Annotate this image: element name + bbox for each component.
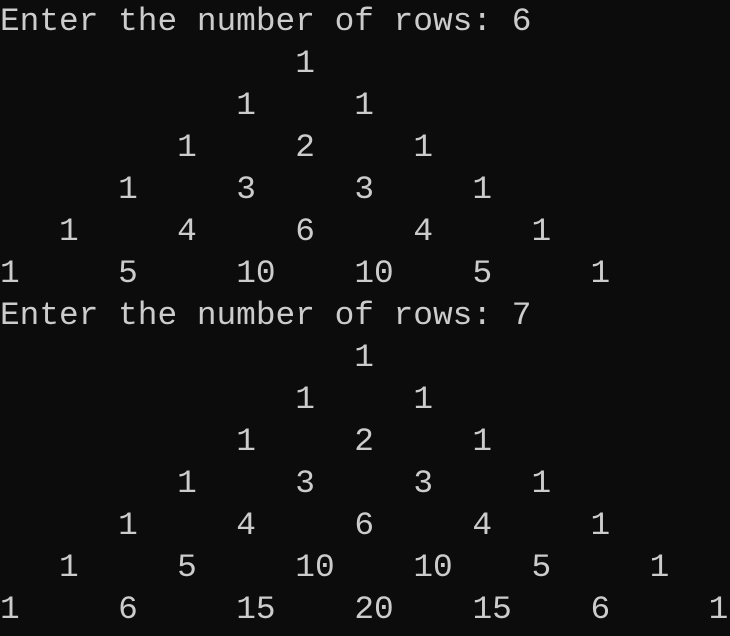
triangle-value: 2 [354, 423, 374, 460]
triangle-value: 1 [413, 129, 434, 166]
triangle-value: 1 [295, 45, 315, 82]
triangle-value: 6 [354, 507, 374, 544]
triangle-value: 1 [236, 87, 256, 124]
triangle-value: 15 [472, 591, 512, 628]
triangle-value: 1 [59, 213, 79, 250]
prompt-text: Enter the number of rows: [0, 3, 512, 40]
triangle-row: 1 4 6 4 1 [0, 505, 610, 547]
triangle-value: 4 [472, 507, 493, 544]
prompt-line: Enter the number of rows: 7 [0, 295, 531, 337]
triangle-value: 4 [236, 507, 256, 544]
triangle-value: 1 [295, 381, 315, 418]
triangle-value: 5 [177, 549, 197, 586]
triangle-value: 1 [708, 591, 729, 628]
triangle-row: 1 [0, 43, 315, 85]
triangle-value: 1 [531, 465, 552, 502]
prompt-text: Enter the number of rows: [0, 297, 512, 334]
triangle-value: 1 [472, 423, 493, 460]
triangle-value: 5 [531, 549, 552, 586]
triangle-row: 1 [0, 337, 374, 379]
triangle-row: 1 5 10 10 5 1 [0, 547, 669, 589]
triangle-value: 15 [236, 591, 276, 628]
triangle-value: 1 [177, 465, 197, 502]
triangle-value: 4 [413, 213, 434, 250]
triangle-row: 1 5 10 10 5 1 [0, 253, 610, 295]
triangle-row: 1 2 1 [0, 421, 492, 463]
triangle-value: 10 [236, 255, 276, 292]
triangle-value: 3 [295, 465, 315, 502]
triangle-value: 20 [354, 591, 394, 628]
triangle-value: 1 [0, 591, 20, 628]
triangle-value: 10 [413, 549, 453, 586]
triangle-value: 1 [531, 213, 552, 250]
triangle-value: 3 [236, 171, 256, 208]
triangle-value: 1 [472, 171, 493, 208]
prompt-line: Enter the number of rows: 6 [0, 1, 531, 43]
triangle-row: 1 6 15 20 15 6 1 [0, 589, 728, 631]
triangle-value: 3 [354, 171, 374, 208]
triangle-value: 1 [354, 339, 374, 376]
triangle-value: 1 [413, 381, 434, 418]
triangle-value: 3 [413, 465, 434, 502]
triangle-value: 1 [590, 255, 611, 292]
user-input: 7 [511, 297, 532, 334]
triangle-value: 10 [354, 255, 394, 292]
triangle-value: 10 [295, 549, 335, 586]
triangle-value: 6 [295, 213, 315, 250]
triangle-value: 1 [354, 87, 374, 124]
triangle-value: 1 [118, 171, 138, 208]
triangle-row: 1 1 [0, 379, 433, 421]
triangle-value: 1 [649, 549, 670, 586]
triangle-value: 2 [295, 129, 315, 166]
triangle-value: 1 [590, 507, 611, 544]
triangle-value: 1 [177, 129, 197, 166]
triangle-row: 1 2 1 [0, 127, 433, 169]
console-window[interactable]: Enter the number of rows: 6 1 1 1 1 2 1 … [0, 0, 730, 636]
triangle-value: 1 [236, 423, 256, 460]
triangle-value: 1 [118, 507, 138, 544]
triangle-value: 1 [59, 549, 79, 586]
triangle-row: 1 3 3 1 [0, 463, 551, 505]
triangle-row: 1 1 [0, 85, 374, 127]
triangle-value: 6 [590, 591, 611, 628]
triangle-value: 5 [472, 255, 493, 292]
triangle-value: 5 [118, 255, 138, 292]
triangle-row: 1 4 6 4 1 [0, 211, 551, 253]
triangle-value: 1 [0, 255, 20, 292]
triangle-value: 6 [118, 591, 138, 628]
triangle-value: 4 [177, 213, 197, 250]
user-input: 6 [511, 3, 532, 40]
triangle-row: 1 3 3 1 [0, 169, 492, 211]
